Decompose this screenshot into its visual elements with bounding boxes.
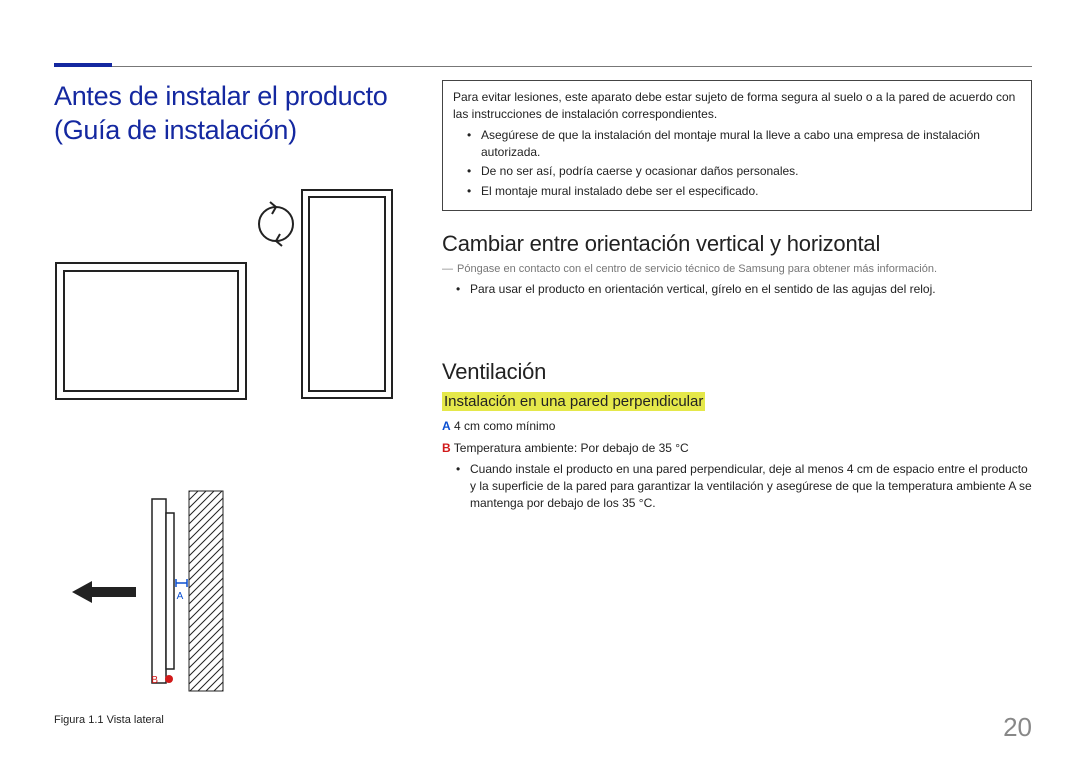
- orientation-note: ―Póngase en contacto con el centro de se…: [442, 263, 1032, 275]
- warning-box: Para evitar lesiones, este aparato debe …: [442, 80, 1032, 211]
- ventilation-heading: Ventilación: [442, 359, 1032, 385]
- orientation-heading: Cambiar entre orientación vertical y hor…: [442, 231, 1032, 257]
- right-column: Para evitar lesiones, este aparato debe …: [442, 80, 1032, 726]
- warning-item: Asegúrese de que la instalación del mont…: [467, 127, 1021, 162]
- label-a: A: [177, 591, 184, 602]
- warning-lead: Para evitar lesiones, este aparato debe …: [453, 89, 1021, 123]
- header-rule: [54, 66, 1032, 67]
- warning-list: Asegúrese de que la instalación del mont…: [453, 127, 1021, 201]
- warning-item: De no ser así, podría caerse y ocasionar…: [467, 163, 1021, 180]
- spec-b: B Temperatura ambiente: Por debajo de 35…: [442, 441, 1032, 455]
- warning-item: El montaje mural instalado debe ser el e…: [467, 183, 1021, 200]
- manual-page: Antes de instalar el producto (Guía de i…: [0, 0, 1080, 763]
- orientation-list: Para usar el producto en orientación ver…: [442, 281, 1032, 298]
- page-title: Antes de instalar el producto (Guía de i…: [54, 80, 402, 148]
- ventilation-subheading: Instalación en una pared perpendicular: [442, 392, 705, 411]
- ventilation-list: Cuando instale el producto en una pared …: [442, 461, 1032, 513]
- page-number: 20: [1003, 712, 1032, 743]
- ventilation-item: Cuando instale el producto en una pared …: [456, 461, 1032, 513]
- figure-caption: Figura 1.1 Vista lateral: [54, 714, 402, 726]
- left-column: Antes de instalar el producto (Guía de i…: [54, 80, 402, 726]
- label-b: B: [151, 675, 158, 686]
- spec-a: A 4 cm como mínimo: [442, 419, 1032, 433]
- orientation-item: Para usar el producto en orientación ver…: [456, 281, 1032, 298]
- orientation-illustration: [54, 188, 394, 413]
- header-accent: [54, 63, 112, 67]
- ventilation-section: Ventilación Instalación en una pared per…: [442, 359, 1032, 513]
- side-view-illustration: A B: [54, 483, 324, 703]
